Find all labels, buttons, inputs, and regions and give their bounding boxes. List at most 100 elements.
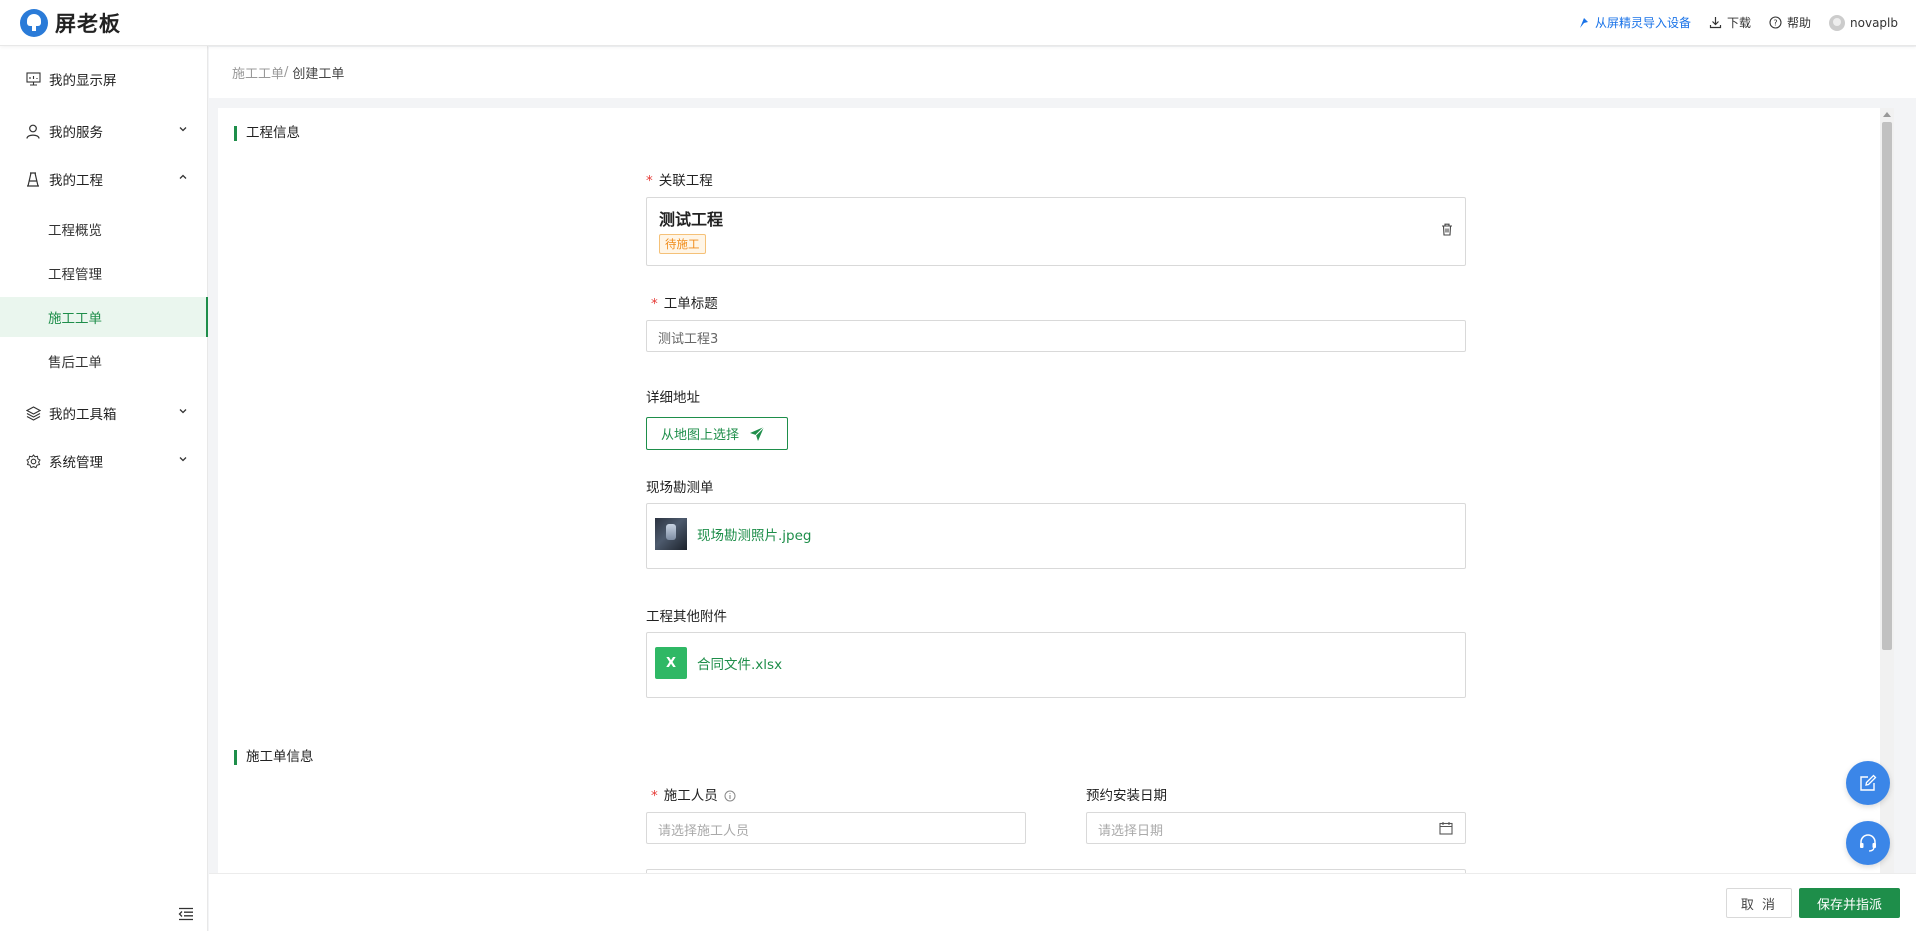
form-card: 工程信息 * 关联工程 测试工程 待施工 * 工单标题 测试工程3 详细地址 从地图… [218, 108, 1894, 873]
import-devices-label: 从屏精灵导入设备 [1594, 16, 1691, 30]
breadcrumb-separator: / [284, 65, 289, 80]
scroll-thumb[interactable] [1882, 122, 1892, 650]
project-icon [25, 171, 41, 187]
image-thumbnail[interactable] [655, 518, 687, 550]
address-label: 详细地址 [646, 390, 700, 406]
save-and-assign-button[interactable]: 保存并指派 [1799, 888, 1900, 918]
order-title-input[interactable]: 测试工程3 [646, 320, 1466, 352]
help-icon: ? [1769, 16, 1782, 29]
help-button[interactable]: ? 帮助 [1769, 14, 1811, 31]
install-date-label: 预约安装日期 [1086, 788, 1167, 804]
chevron-up-icon [179, 174, 187, 179]
scrollbar[interactable] [1880, 108, 1894, 873]
attachment-file-link[interactable]: 合同文件.xlsx [697, 653, 782, 673]
username: novaplb [1850, 15, 1898, 30]
workers-placeholder: 请选择施工人员 [658, 824, 750, 839]
excel-file-icon: X [655, 647, 687, 679]
survey-label: 现场勘测单 [646, 480, 714, 496]
chevron-down-icon [179, 127, 187, 132]
select-from-map-button[interactable]: 从地图上选择 [646, 417, 788, 450]
status-badge: 待施工 [659, 234, 706, 254]
required-mark: * [651, 788, 658, 804]
chevron-down-icon [179, 457, 187, 462]
layers-icon [25, 405, 41, 421]
sidebar-subitem-label: 施工工单 [48, 311, 102, 327]
breadcrumb: 施工工单 / 创建工单 [209, 47, 1916, 98]
required-mark: * [651, 296, 658, 312]
gear-icon [25, 453, 41, 469]
install-date-placeholder: 请选择日期 [1098, 824, 1164, 839]
linked-project-card[interactable]: 测试工程 待施工 [646, 197, 1466, 266]
collapse-sidebar-icon[interactable] [178, 907, 194, 921]
download-icon [1709, 17, 1722, 29]
order-title-label: * 工单标题 [651, 292, 718, 312]
attachments-label: 工程其他附件 [646, 609, 727, 625]
workers-label-text: 施工人员 [663, 788, 718, 804]
order-title-value: 测试工程3 [658, 332, 719, 347]
required-mark: * [646, 173, 653, 189]
file-item: X 合同文件.xlsx [655, 647, 782, 679]
project-name: 测试工程 [659, 210, 724, 229]
survey-upload-box[interactable]: 现场勘测照片.jpeg [646, 503, 1466, 569]
sidebar-subitem-project-management[interactable]: 工程管理 [0, 253, 208, 293]
logo-text: 屏老板 [55, 11, 121, 36]
sidebar-item-my-screens[interactable]: 我的显示屏 [0, 57, 208, 101]
info-icon[interactable] [724, 790, 736, 802]
edit-float-button[interactable] [1846, 761, 1890, 805]
sidebar-subitem-label: 售后工单 [48, 355, 102, 371]
sprite-icon [1579, 17, 1588, 28]
breadcrumb-current: 创建工单 [292, 67, 345, 82]
select-from-map-label: 从地图上选择 [661, 428, 740, 443]
sidebar-item-label: 我的工具箱 [49, 407, 117, 423]
monitor-icon [25, 71, 41, 87]
order-title-label-text: 工单标题 [663, 296, 718, 312]
sidebar-item-label: 系统管理 [49, 455, 103, 471]
sidebar-subitem-project-overview[interactable]: 工程概览 [0, 209, 208, 249]
sidebar-item-label: 我的工程 [49, 173, 103, 189]
support-float-button[interactable] [1846, 821, 1890, 865]
scroll-up-arrow[interactable] [1883, 112, 1891, 117]
section-title-project-info: 工程信息 [234, 126, 300, 141]
sidebar-item-toolbox[interactable]: 我的工具箱 [0, 391, 208, 435]
sidebar-subitem-construction-orders[interactable]: 施工工单 [0, 297, 208, 337]
sidebar-item-label: 我的显示屏 [49, 73, 117, 89]
sidebar-item-label: 我的服务 [49, 125, 103, 141]
app-logo[interactable]: 屏老板 [20, 8, 121, 38]
cancel-button[interactable]: 取 消 [1726, 888, 1792, 918]
send-arrow-icon [750, 426, 765, 441]
svg-text:?: ? [1773, 19, 1777, 28]
import-devices-link[interactable]: 从屏精灵导入设备 [1578, 14, 1691, 31]
install-date-picker[interactable]: 请选择日期 [1086, 812, 1466, 844]
breadcrumb-parent[interactable]: 施工工单 [232, 63, 284, 82]
sidebar: 我的显示屏 我的服务 我的工程 工程概览 工程管理 施工工单 售后工单 我的工具… [0, 46, 208, 931]
sidebar-item-my-projects[interactable]: 我的工程 [0, 157, 208, 201]
header-actions: 从屏精灵导入设备 下载 ? 帮助 novaplb [1578, 14, 1898, 31]
sidebar-item-system-management[interactable]: 系统管理 [0, 439, 208, 483]
sidebar-subitem-label: 工程管理 [48, 267, 102, 283]
workers-label: * 施工人员 [651, 784, 736, 804]
sidebar-subitem-aftersales-orders[interactable]: 售后工单 [0, 341, 208, 381]
sidebar-item-my-services[interactable]: 我的服务 [0, 109, 208, 153]
linked-project-label: * 关联工程 [646, 169, 713, 189]
top-header: 屏老板 从屏精灵导入设备 下载 ? 帮助 novaplb [0, 0, 1916, 46]
headset-icon [1860, 834, 1876, 852]
help-label: 帮助 [1787, 16, 1812, 30]
avatar [1829, 14, 1846, 31]
workers-select[interactable]: 请选择施工人员 [646, 812, 1026, 844]
footer-actions: 取 消 保存并指派 [209, 873, 1916, 931]
chevron-down-icon [179, 409, 187, 414]
logo-icon [20, 8, 48, 37]
user-icon [25, 123, 41, 139]
user-menu[interactable]: novaplb [1829, 14, 1898, 31]
download-label: 下载 [1726, 16, 1751, 30]
attachments-upload-box[interactable]: X 合同文件.xlsx [646, 632, 1466, 698]
edit-icon [1860, 774, 1877, 791]
calendar-icon [1439, 822, 1453, 835]
sidebar-subitem-label: 工程概览 [48, 223, 102, 239]
download-button[interactable]: 下载 [1709, 14, 1751, 31]
file-item: 现场勘测照片.jpeg [655, 518, 812, 550]
linked-project-label-text: 关联工程 [658, 173, 713, 189]
section-title-order-info: 施工单信息 [234, 750, 314, 765]
survey-file-link[interactable]: 现场勘测照片.jpeg [697, 524, 812, 544]
trash-icon[interactable] [1441, 223, 1453, 236]
